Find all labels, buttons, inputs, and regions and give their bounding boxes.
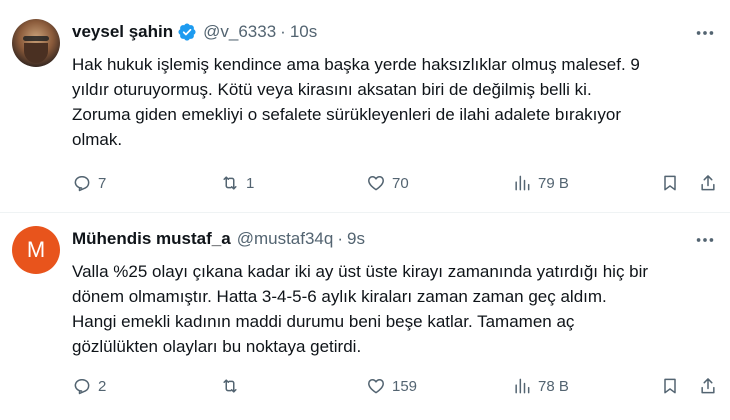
retweet-icon: [223, 176, 237, 190]
tweet[interactable]: M Mühendis mustaf_a @mustaf34q · 9s Vall…: [0, 213, 730, 420]
more-options-icon[interactable]: [694, 22, 716, 44]
bookmark-icon: [664, 175, 676, 191]
avatar-glasses: [23, 36, 49, 41]
share-icon: [701, 378, 715, 394]
retweet-button[interactable]: 1: [220, 172, 254, 194]
tweet-text: Hak hukuk işlemiş kendince ama başka yer…: [72, 52, 722, 152]
tweet-header: veysel şahin @v_6333 · 10s: [72, 22, 317, 42]
share-button[interactable]: [698, 172, 718, 194]
tweet-text-line: dönem olmamıştır. Hatta 3-4-5-6 aylık ki…: [72, 287, 607, 306]
share-button[interactable]: [698, 375, 718, 397]
tweet-text-line: olmak.: [72, 130, 123, 149]
avatar[interactable]: M: [12, 226, 60, 274]
author-handle[interactable]: @v_6333: [203, 22, 276, 42]
heart-icon: [368, 176, 384, 191]
timestamp[interactable]: 9s: [347, 229, 365, 249]
tweet-text-line: Hak hukuk işlemiş kendince ama başka yer…: [72, 55, 640, 74]
tweet-text-line: yıldır oturuyormuş. Kötü veya kirasını a…: [72, 80, 592, 99]
tweet-text-line: Valla %25 olayı çıkana kadar iki ay üst …: [72, 262, 649, 281]
timestamp[interactable]: 10s: [290, 22, 317, 42]
views-button[interactable]: 78 B: [512, 375, 569, 397]
tweet[interactable]: veysel şahin @v_6333 · 10s Hak hukuk işl…: [0, 0, 730, 212]
like-button[interactable]: 159: [366, 375, 417, 397]
author-handle[interactable]: @mustaf34q: [237, 229, 334, 249]
views-button[interactable]: 79 B: [512, 172, 569, 194]
avatar-letter: M: [26, 237, 46, 262]
tweet-actions: 7 1 70 79 B: [72, 172, 722, 194]
share-icon: [701, 175, 715, 191]
retweet-icon: [223, 379, 237, 393]
views-count: 79 B: [538, 174, 569, 192]
views-chart-icon: [515, 175, 530, 191]
retweet-button[interactable]: [220, 375, 246, 397]
tweet-text: Valla %25 olayı çıkana kadar iki ay üst …: [72, 259, 722, 359]
reply-button[interactable]: 7: [72, 172, 106, 194]
reply-count: 7: [98, 174, 107, 192]
separator: ·: [337, 229, 344, 248]
like-button[interactable]: 70: [366, 172, 409, 194]
tweet-actions: 2 159 78 B: [72, 375, 722, 397]
reply-button[interactable]: 2: [72, 375, 106, 397]
bookmark-icon: [664, 378, 676, 394]
author-name[interactable]: Mühendis mustaf_a: [72, 229, 231, 249]
reply-count: 2: [98, 377, 107, 395]
like-count: 70: [392, 174, 409, 192]
bookmark-button[interactable]: [660, 172, 680, 194]
tweet-text-line: Hangi emekli kadının maddi durumu beni b…: [72, 312, 575, 331]
more-options-icon[interactable]: [694, 229, 716, 251]
reply-icon: [74, 176, 90, 192]
author-name[interactable]: veysel şahin: [72, 22, 173, 42]
tweet-feed: veysel şahin @v_6333 · 10s Hak hukuk işl…: [0, 0, 730, 420]
views-count: 78 B: [538, 377, 569, 395]
tweet-header: Mühendis mustaf_a @mustaf34q · 9s: [72, 229, 365, 249]
separator: ·: [280, 22, 286, 41]
verified-badge-icon: [178, 23, 196, 41]
bookmark-button[interactable]: [660, 375, 680, 397]
retweet-count: 1: [246, 174, 255, 192]
tweet-text-line: Zoruma giden emekliyi o sefalete sürükle…: [72, 105, 622, 124]
avatar[interactable]: [12, 19, 60, 67]
tweet-text-line: gözlülükten olayları bu noktaya getirdi.: [72, 337, 362, 356]
views-chart-icon: [515, 378, 530, 394]
avatar-beard: [24, 43, 48, 63]
reply-icon: [74, 379, 90, 395]
heart-icon: [368, 379, 384, 394]
like-count: 159: [392, 377, 418, 395]
